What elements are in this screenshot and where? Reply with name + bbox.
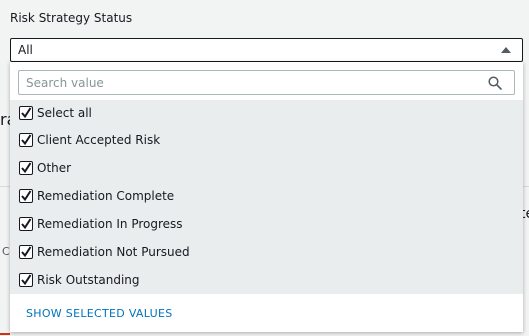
checkbox-checked-icon[interactable] — [19, 189, 33, 203]
background-accent-line — [0, 333, 10, 335]
checkbox-checked-icon[interactable] — [19, 161, 33, 175]
dropdown-panel: Select all Client Accepted Risk Other Re… — [10, 62, 523, 332]
caret-up-icon[interactable] — [501, 47, 511, 53]
dropdown-footer: SHOW SELECTED VALUES — [10, 294, 523, 332]
checkbox-checked-icon[interactable] — [19, 273, 33, 287]
option-other[interactable]: Other — [10, 154, 523, 182]
search-input[interactable] — [26, 72, 466, 93]
search-icon[interactable] — [488, 76, 502, 90]
checkbox-checked-icon[interactable] — [19, 106, 33, 120]
background-divider — [0, 186, 10, 187]
checkbox-checked-icon[interactable] — [19, 245, 33, 259]
select-value: All — [18, 43, 33, 57]
option-label: Other — [37, 161, 72, 175]
option-risk-outstanding[interactable]: Risk Outstanding — [10, 266, 523, 294]
checkbox-checked-icon[interactable] — [19, 133, 33, 147]
option-select-all[interactable]: Select all — [10, 100, 523, 126]
option-remediation-in-progress[interactable]: Remediation In Progress — [10, 210, 523, 238]
checkbox-checked-icon[interactable] — [19, 217, 33, 231]
option-client-accepted-risk[interactable]: Client Accepted Risk — [10, 126, 523, 154]
background-text-fragment: C — [2, 245, 10, 258]
risk-strategy-status-select[interactable]: All — [10, 38, 523, 62]
option-label: Select all — [37, 106, 92, 120]
option-label: Remediation Not Pursued — [37, 245, 190, 259]
show-selected-values-link[interactable]: SHOW SELECTED VALUES — [26, 307, 173, 320]
option-label: Remediation Complete — [37, 189, 175, 203]
option-remediation-not-pursued[interactable]: Remediation Not Pursued — [10, 238, 523, 266]
option-label: Client Accepted Risk — [37, 133, 161, 147]
option-label: Risk Outstanding — [37, 273, 140, 287]
options-list: Select all Client Accepted Risk Other Re… — [10, 100, 523, 294]
background-divider — [523, 186, 529, 187]
search-box[interactable] — [18, 70, 515, 95]
field-label: Risk Strategy Status — [10, 11, 133, 25]
option-remediation-complete[interactable]: Remediation Complete — [10, 182, 523, 210]
option-label: Remediation In Progress — [37, 217, 183, 231]
